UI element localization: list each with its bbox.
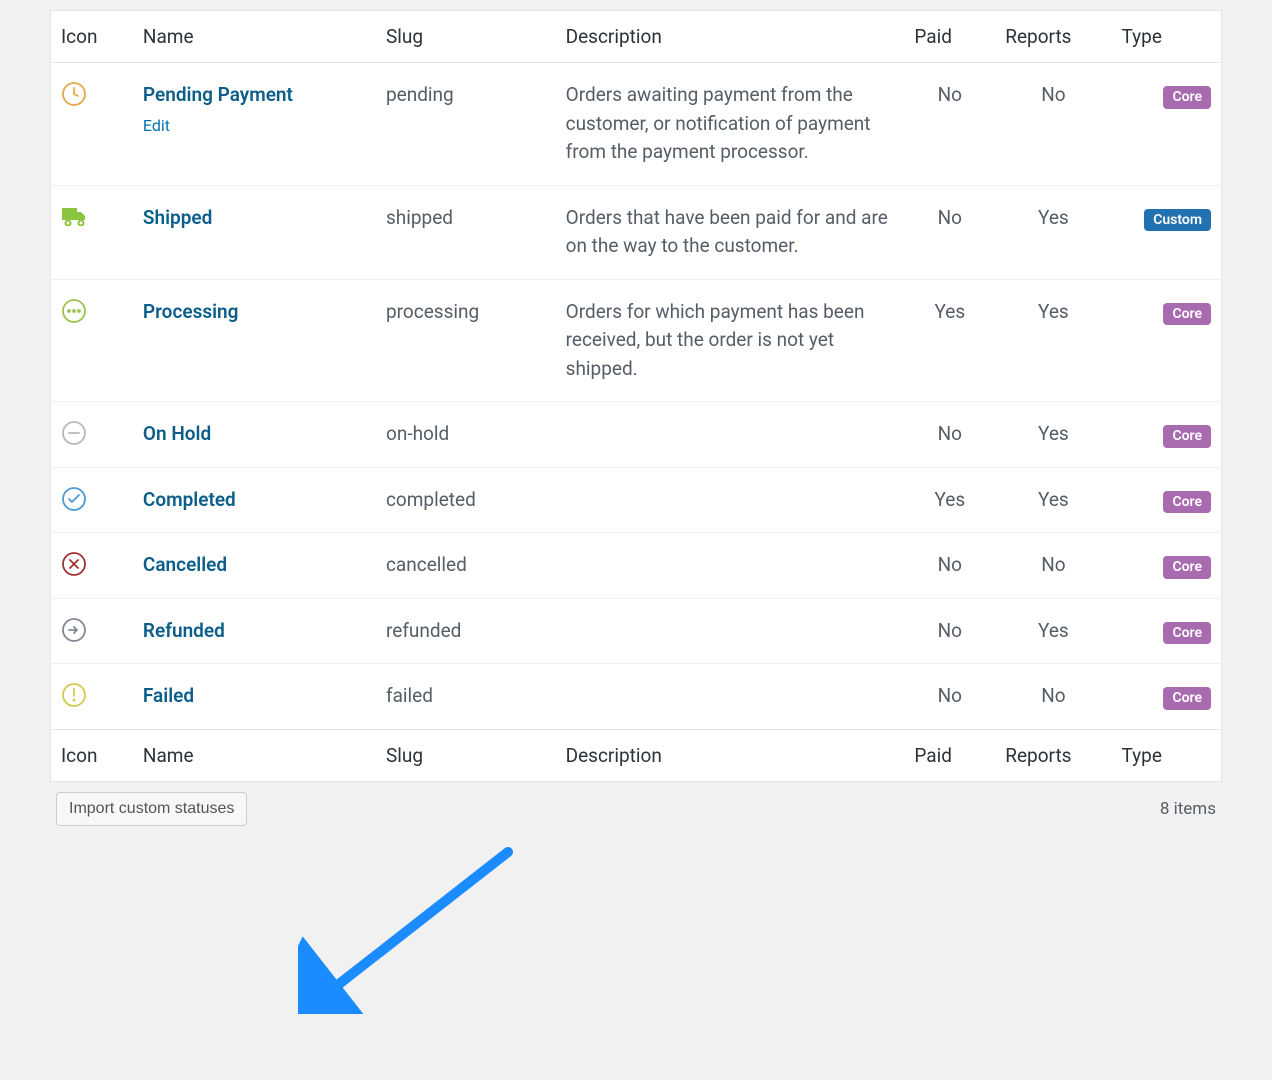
table-row: Refunded refunded NoYes Core	[51, 598, 1222, 664]
status-reports: No	[995, 533, 1111, 599]
processing-icon	[61, 298, 123, 324]
status-slug: processing	[376, 279, 556, 402]
col-header-reports: Reports	[995, 11, 1111, 63]
status-name-link[interactable]: Refunded	[143, 619, 225, 642]
table-header: Icon Name Slug Description Paid Reports …	[51, 11, 1222, 63]
status-reports: Yes	[995, 467, 1111, 533]
col-header-name[interactable]: Name	[133, 11, 376, 63]
status-description	[556, 598, 905, 664]
table-row: Pending Payment Edit pendingOrders awaitin…	[51, 63, 1222, 186]
status-slug: failed	[376, 664, 556, 730]
col-footer-reports: Reports	[995, 729, 1111, 781]
col-header-icon: Icon	[51, 11, 133, 63]
clock-icon	[61, 81, 123, 107]
table-row: Completed completed YesYes Core	[51, 467, 1222, 533]
bottom-bar: Import custom statuses 8 items	[50, 782, 1222, 836]
status-reports: Yes	[995, 185, 1111, 279]
status-name-link[interactable]: Completed	[143, 488, 236, 511]
status-reports: Yes	[995, 402, 1111, 468]
exclamation-circle-icon	[61, 682, 123, 708]
col-header-type: Type	[1112, 11, 1222, 63]
x-circle-icon	[61, 551, 123, 577]
type-badge: Core	[1163, 622, 1211, 645]
status-paid: No	[904, 63, 995, 186]
col-footer-slug: Slug	[376, 729, 556, 781]
status-paid: No	[904, 402, 995, 468]
status-paid: No	[904, 598, 995, 664]
status-reports: Yes	[995, 598, 1111, 664]
status-description: Orders for which payment has been receiv…	[556, 279, 905, 402]
status-description	[556, 467, 905, 533]
order-status-table: Icon Name Slug Description Paid Reports …	[50, 10, 1222, 782]
status-description	[556, 533, 905, 599]
col-footer-description: Description	[556, 729, 905, 781]
table-row: Processing processingOrders for which pay…	[51, 279, 1222, 402]
col-footer-icon: Icon	[51, 729, 133, 781]
status-paid: No	[904, 664, 995, 730]
table-footer: Icon Name Slug Description Paid Reports …	[51, 729, 1222, 781]
import-custom-statuses-button[interactable]: Import custom statuses	[56, 792, 247, 826]
table-row: Cancelled cancelled NoNo Core	[51, 533, 1222, 599]
status-name-link[interactable]: Cancelled	[143, 553, 227, 576]
table-row: Shipped shippedOrders that have been paid…	[51, 185, 1222, 279]
type-badge: Core	[1163, 491, 1211, 514]
status-name-link[interactable]: Failed	[143, 684, 194, 707]
status-description: Orders awaiting payment from the custome…	[556, 63, 905, 186]
row-actions: Edit	[143, 114, 366, 138]
col-header-slug: Slug	[376, 11, 556, 63]
table-row: On Hold on-hold NoYes Core	[51, 402, 1222, 468]
status-reports: No	[995, 63, 1111, 186]
type-badge: Core	[1163, 303, 1211, 326]
refund-icon	[61, 617, 123, 643]
col-footer-name[interactable]: Name	[133, 729, 376, 781]
status-reports: Yes	[995, 279, 1111, 402]
status-paid: Yes	[904, 467, 995, 533]
check-circle-icon	[61, 486, 123, 512]
status-reports: No	[995, 664, 1111, 730]
truck-icon	[61, 206, 87, 229]
col-header-description: Description	[556, 11, 905, 63]
items-count: 8 items	[1160, 799, 1216, 819]
status-description	[556, 664, 905, 730]
status-name-link[interactable]: Pending Payment	[143, 83, 293, 106]
status-slug: on-hold	[376, 402, 556, 468]
status-paid: Yes	[904, 279, 995, 402]
edit-action[interactable]: Edit	[143, 116, 170, 135]
annotation-arrow-icon	[298, 844, 528, 1014]
col-footer-type: Type	[1112, 729, 1222, 781]
status-slug: shipped	[376, 185, 556, 279]
status-description	[556, 402, 905, 468]
status-slug: refunded	[376, 598, 556, 664]
type-badge: Core	[1163, 425, 1211, 448]
type-badge: Custom	[1144, 209, 1211, 232]
type-badge: Core	[1163, 556, 1211, 579]
status-slug: cancelled	[376, 533, 556, 599]
type-badge: Core	[1163, 86, 1211, 109]
type-badge: Core	[1163, 687, 1211, 710]
status-description: Orders that have been paid for and are o…	[556, 185, 905, 279]
status-slug: pending	[376, 63, 556, 186]
status-name-link[interactable]: On Hold	[143, 422, 211, 445]
table-row: Failed failed NoNo Core	[51, 664, 1222, 730]
status-paid: No	[904, 185, 995, 279]
minus-circle-icon	[61, 420, 123, 446]
status-name-link[interactable]: Processing	[143, 300, 239, 323]
col-footer-paid: Paid	[904, 729, 995, 781]
status-slug: completed	[376, 467, 556, 533]
status-paid: No	[904, 533, 995, 599]
status-name-link[interactable]: Shipped	[143, 206, 212, 229]
col-header-paid: Paid	[904, 11, 995, 63]
